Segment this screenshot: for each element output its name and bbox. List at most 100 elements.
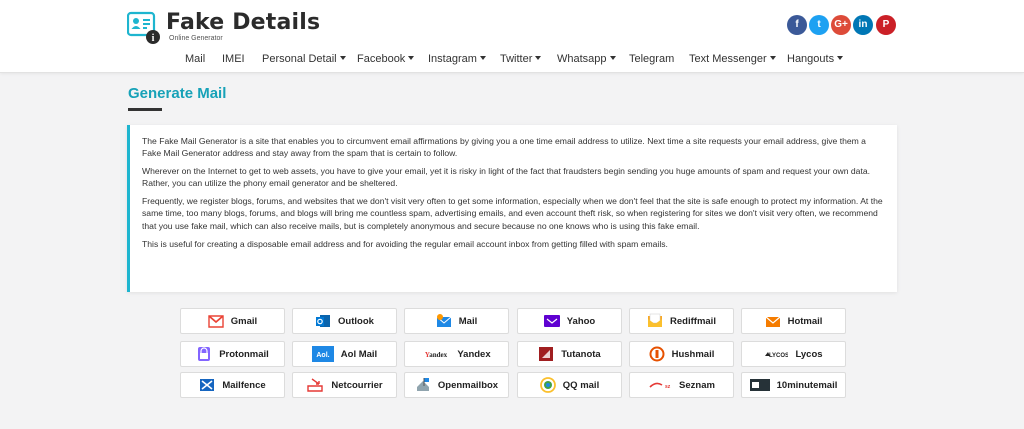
description-paragraph: The Fake Mail Generator is a site that e…	[142, 136, 866, 159]
hushmail-button[interactable]: Hushmail	[629, 341, 734, 367]
lycos-button[interactable]: LYCOS Lycos	[741, 341, 846, 367]
outlook-icon	[315, 313, 331, 329]
svg-text:i: i	[152, 33, 155, 44]
description-paragraph: This is useful for creating a disposable…	[142, 238, 668, 249]
page-title: Generate Mail	[128, 85, 227, 102]
10minutemail-button[interactable]: 10minutemail	[741, 372, 846, 398]
provider-label: Yandex	[457, 348, 491, 360]
qq-mail-icon	[539, 377, 556, 393]
hotmail-button[interactable]: Hotmail	[741, 308, 846, 334]
yandex-icon: Yandex	[422, 346, 450, 362]
seznam-icon: sz	[648, 377, 672, 393]
aol-mail-button[interactable]: Aol. Aol Mail	[292, 341, 397, 367]
nav-item-label: Telegram	[629, 53, 675, 65]
provider-label: QQ mail	[562, 379, 600, 391]
provider-label: Mailfence	[222, 379, 266, 391]
nav-item-label: Whatsapp	[557, 53, 607, 65]
yahoo-icon	[543, 313, 560, 329]
svg-text:Aol.: Aol.	[316, 352, 329, 359]
caret-down-icon	[769, 56, 776, 60]
provider-label: Hushmail	[671, 348, 715, 360]
hotmail-icon	[765, 313, 781, 329]
site-logo[interactable]: i Fake Details Online Generator	[127, 10, 320, 47]
main-nav: Mail IMEI Personal Detail Facebook Instagram…	[0, 50, 1024, 70]
google-plus-icon[interactable]: G+	[831, 15, 851, 35]
site-header: i Fake Details Online Generator f t G+ in P …	[0, 0, 1024, 73]
provider-label: Gmail	[230, 315, 258, 327]
yahoo-button[interactable]: Yahoo	[517, 308, 622, 334]
netcourrier-button[interactable]: Netcourrier	[292, 372, 397, 398]
nav-item-imei[interactable]: IMEI	[222, 53, 245, 65]
gmail-button[interactable]: Gmail	[180, 308, 285, 334]
twitter-icon[interactable]: t	[809, 15, 829, 35]
nav-item-personal-detail[interactable]: Personal Detail	[262, 53, 346, 65]
provider-label: Protonmail	[219, 348, 269, 360]
provider-label: Aol Mail	[340, 348, 378, 360]
rediffmail-icon	[647, 313, 663, 329]
caret-down-icon	[609, 56, 616, 60]
provider-label: Yahoo	[566, 315, 596, 327]
mailfence-icon	[199, 377, 215, 393]
caret-down-icon	[479, 56, 486, 60]
nav-item-twitter[interactable]: Twitter	[500, 53, 542, 65]
nav-item-instagram[interactable]: Instagram	[428, 53, 486, 65]
rediffmail-button[interactable]: Rediffmail	[629, 308, 734, 334]
nav-item-label: Twitter	[500, 53, 533, 65]
id-card-icon: i	[127, 11, 160, 44]
provider-label: Hotmail	[787, 315, 823, 327]
lycos-icon: LYCOS	[764, 346, 790, 362]
provider-label: Rediffmail	[670, 315, 716, 327]
nav-item-text-messenger[interactable]: Text Messenger	[689, 53, 776, 65]
tutanota-icon	[538, 346, 554, 362]
openmailbox-icon	[415, 377, 431, 393]
nav-item-whatsapp[interactable]: Whatsapp	[557, 53, 616, 65]
facebook-icon[interactable]: f	[787, 15, 807, 35]
nav-item-mail[interactable]: Mail	[185, 53, 205, 65]
nav-item-telegram[interactable]: Telegram	[629, 53, 674, 65]
mail-button[interactable]: Mail	[404, 308, 509, 334]
caret-down-icon	[535, 56, 542, 60]
openmailbox-button[interactable]: Openmailbox	[404, 372, 509, 398]
netcourrier-icon	[306, 377, 324, 393]
provider-label: Outlook	[338, 315, 374, 327]
caret-down-icon	[339, 56, 346, 60]
pinterest-icon[interactable]: P	[876, 15, 896, 35]
yandex-button[interactable]: Yandex Yandex	[404, 341, 509, 367]
qq-mail-button[interactable]: QQ mail	[517, 372, 622, 398]
provider-label: Lycos	[795, 348, 823, 360]
nav-item-label: Facebook	[357, 53, 406, 65]
caret-down-icon	[408, 56, 415, 60]
site-title: Fake Details	[166, 10, 321, 35]
provider-label: Tutanota	[561, 348, 601, 360]
outlook-button[interactable]: Outlook	[292, 308, 397, 334]
svg-text:LYCOS: LYCOS	[769, 353, 788, 359]
provider-label: 10minutemail	[776, 379, 838, 391]
description-paragraph: Frequently, we register blogs, forums, a…	[142, 196, 883, 231]
aol-icon: Aol.	[311, 346, 334, 362]
mail-icon	[436, 313, 452, 329]
tutanota-button[interactable]: Tutanota	[517, 341, 622, 367]
gmail-icon	[208, 313, 224, 329]
provider-label: Netcourrier	[331, 379, 383, 391]
title-underline	[128, 108, 162, 111]
seznam-button[interactable]: sz Seznam	[629, 372, 734, 398]
svg-text:Yandex: Yandex	[425, 351, 448, 359]
nav-item-label: IMEI	[222, 53, 245, 65]
nav-item-label: Mail	[185, 53, 206, 65]
nav-item-label: Personal Detail	[262, 53, 337, 65]
10minutemail-icon	[749, 377, 770, 393]
description-card: The Fake Mail Generator is a site that e…	[127, 125, 897, 292]
description-paragraph: Wherever on the Internet to get to web a…	[142, 166, 871, 189]
provider-label: Openmailbox	[437, 379, 499, 391]
nav-item-hangouts[interactable]: Hangouts	[787, 53, 844, 65]
nav-item-label: Text Messenger	[689, 53, 767, 65]
protonmail-icon	[196, 346, 212, 362]
site-subtitle: Online Generator	[169, 35, 223, 42]
nav-item-facebook[interactable]: Facebook	[357, 53, 415, 65]
linkedin-icon[interactable]: in	[853, 15, 873, 35]
protonmail-button[interactable]: Protonmail	[180, 341, 285, 367]
provider-label: Mail	[458, 315, 478, 327]
mailfence-button[interactable]: Mailfence	[180, 372, 285, 398]
nav-item-label: Instagram	[428, 53, 477, 65]
provider-label: Seznam	[679, 379, 715, 391]
